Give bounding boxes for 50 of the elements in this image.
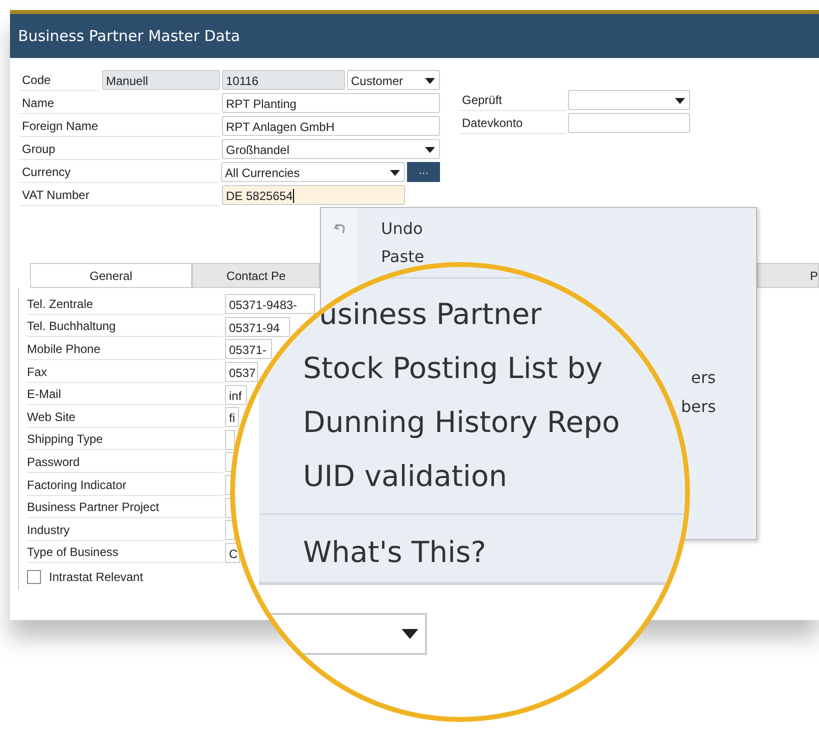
field-label: Foreign Name bbox=[20, 114, 220, 136]
field-label: E-Mail bbox=[27, 384, 223, 406]
field-label: VAT Number bbox=[20, 184, 220, 206]
series-field[interactable]: Manuell bbox=[102, 70, 220, 90]
caret-icon bbox=[425, 146, 435, 152]
dropdown-field[interactable]: Großhandel bbox=[222, 138, 440, 158]
field-label: Geprüft bbox=[460, 88, 566, 110]
menu-item[interactable]: Undo bbox=[381, 218, 423, 238]
dropdown-field[interactable]: All Currencies bbox=[221, 162, 406, 182]
field-label: Business Partner Project bbox=[27, 497, 223, 518]
caret-icon bbox=[425, 78, 435, 84]
field-label: Tel. Zentrale bbox=[27, 294, 223, 315]
field-label: Fax bbox=[27, 362, 223, 383]
field-label: Tel. Buchhaltung bbox=[27, 316, 223, 338]
menu-item[interactable]: Paste bbox=[381, 246, 424, 266]
undo-icon bbox=[333, 221, 347, 235]
field-label: Industry bbox=[27, 520, 223, 541]
menu-item[interactable]: ers bbox=[691, 368, 716, 387]
caret-icon bbox=[401, 629, 419, 639]
field-label: Group bbox=[20, 138, 220, 160]
menu-item[interactable]: UID validation bbox=[303, 449, 685, 503]
caret-icon bbox=[675, 98, 685, 104]
field-label: Datevkonto bbox=[460, 112, 566, 134]
tab[interactable]: General bbox=[30, 263, 192, 287]
caret-icon bbox=[390, 170, 400, 176]
window-title: Business Partner Master Data bbox=[10, 14, 819, 58]
field-label: Currency bbox=[20, 160, 220, 182]
menu-item[interactable]: Stock Posting List by bbox=[303, 341, 685, 395]
checkbox-label: Intrastat Relevant bbox=[49, 570, 144, 584]
field-label: Mobile Phone bbox=[27, 338, 223, 360]
field-label: Type of Business bbox=[27, 542, 223, 564]
input-field[interactable]: RPT Planting bbox=[222, 92, 440, 112]
menu-item[interactable]: usiness Partner bbox=[319, 287, 685, 341]
field-label: Shipping Type bbox=[27, 429, 223, 450]
field-label: Code bbox=[20, 68, 100, 90]
input-field[interactable] bbox=[568, 112, 690, 132]
checkbox[interactable] bbox=[27, 570, 41, 584]
field-label: Web Site bbox=[27, 406, 223, 428]
menu-item[interactable]: bers bbox=[681, 397, 716, 416]
tab[interactable]: P bbox=[757, 263, 819, 287]
browse-button[interactable]: ... bbox=[407, 162, 440, 182]
input-field[interactable]: RPT Anlagen GmbH bbox=[222, 116, 440, 136]
code-field[interactable]: 10116 bbox=[222, 70, 345, 90]
menu-item[interactable]: What's This? bbox=[303, 525, 685, 579]
field-label: Name bbox=[20, 92, 220, 114]
input-field[interactable]: DE 5825654 bbox=[222, 184, 405, 204]
field-label: Factoring Indicator bbox=[27, 474, 223, 496]
field-label: Password bbox=[27, 452, 223, 473]
type-dropdown[interactable]: Customer bbox=[347, 70, 440, 90]
dropdown-field[interactable] bbox=[568, 90, 690, 110]
